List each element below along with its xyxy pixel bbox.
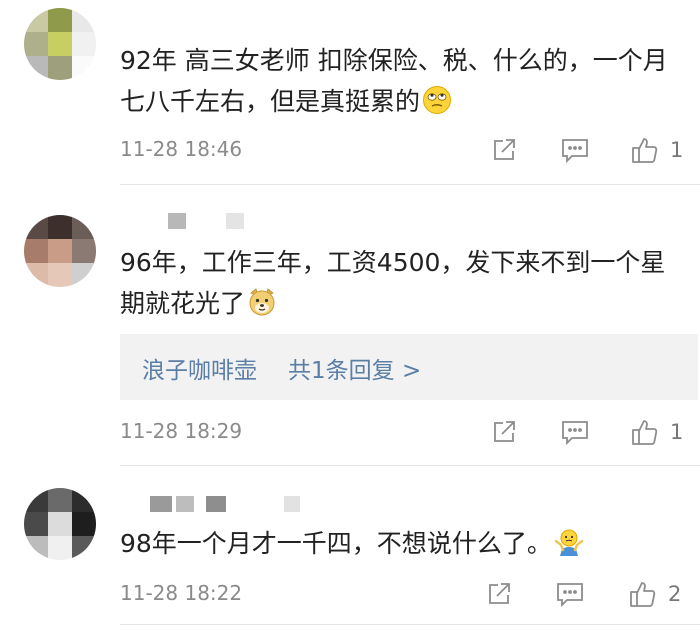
- reply-button[interactable]: [560, 417, 590, 447]
- reply-button[interactable]: [560, 135, 590, 165]
- shrug-emoji: [554, 529, 584, 556]
- username-redacted: [168, 213, 248, 229]
- comment-item: 96年，工作三年，工资4500，发下来不到一个星期就花光了 浪子咖啡壶 共1条回…: [0, 185, 700, 465]
- share-icon: [489, 583, 510, 604]
- comment-item: 92年 高三女老师 扣除保险、税、什么的，一个月七八千左右，但是真挺累的 11-…: [0, 0, 700, 184]
- comment-icon: [562, 139, 588, 164]
- avatar[interactable]: [24, 488, 96, 560]
- share-icon: [494, 139, 515, 160]
- share-button[interactable]: [485, 579, 513, 609]
- comment-text: 96年，工作三年，工资4500，发下来不到一个星期就花光了: [120, 248, 666, 318]
- comment-text: 98年一个月才一千四，不想说什么了。: [120, 523, 690, 564]
- thumbs-up-icon: [632, 420, 658, 445]
- reply-preview[interactable]: 浪子咖啡壶 共1条回复 >: [120, 334, 698, 400]
- share-button[interactable]: [490, 135, 518, 165]
- share-button[interactable]: [490, 417, 518, 447]
- thumbs-up-icon: [632, 138, 658, 163]
- comment-item: 98年一个月才一千四，不想说什么了。 11-28 18:22 2: [0, 466, 700, 630]
- comment-icon: [557, 583, 583, 608]
- like-button[interactable]: 1: [630, 417, 683, 447]
- avatar[interactable]: [24, 215, 96, 287]
- doge-emoji: [249, 288, 275, 316]
- timestamp: 11-28 18:46: [120, 137, 243, 161]
- username-redacted: [150, 496, 310, 512]
- avatar[interactable]: [24, 8, 96, 80]
- eye-roll-emoji: [423, 86, 452, 114]
- like-button[interactable]: 2: [628, 579, 681, 609]
- comment-meta: 11-28 18:46 1: [120, 135, 690, 165]
- comment-meta: 11-28 18:29 1: [120, 417, 690, 447]
- share-icon: [494, 421, 515, 442]
- thumbs-up-icon: [630, 582, 656, 607]
- timestamp: 11-28 18:29: [120, 419, 243, 443]
- like-count: 1: [670, 138, 684, 162]
- divider: [120, 624, 700, 625]
- reply-username-link[interactable]: 浪子咖啡壶: [142, 351, 257, 385]
- like-count: 1: [670, 420, 684, 444]
- reply-count-link[interactable]: 共1条回复 >: [288, 351, 421, 385]
- comment-meta: 11-28 18:22 2: [120, 579, 690, 609]
- reply-button[interactable]: [555, 579, 585, 609]
- like-button[interactable]: 1: [630, 135, 683, 165]
- comment-text: 92年 高三女老师 扣除保险、税、什么的，一个月七八千左右，但是真挺累的: [120, 46, 668, 116]
- comment-icon: [562, 421, 588, 446]
- like-count: 2: [668, 582, 682, 606]
- timestamp: 11-28 18:22: [120, 581, 243, 605]
